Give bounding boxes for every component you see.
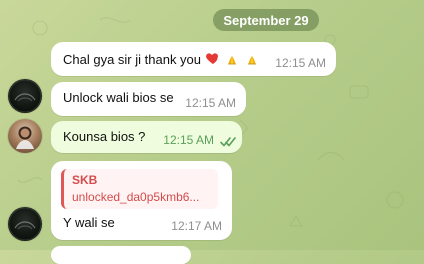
folded-hands-icon	[244, 50, 260, 66]
message-time: 12:17 AM	[171, 219, 222, 233]
message-text: Kounsa bios ?	[63, 129, 146, 144]
red-heart-icon	[205, 50, 221, 66]
date-separator: September 29	[213, 9, 319, 31]
message-bubble-2[interactable]: Unlock wali bios se 12:15 AM	[51, 82, 246, 116]
reply-author: SKB	[72, 173, 98, 187]
message-time: 12:15 AM	[185, 96, 236, 110]
message-bubble-3[interactable]: Kounsa bios ? 12:15 AM	[51, 121, 242, 153]
avatar[interactable]	[8, 119, 42, 153]
avatar[interactable]	[8, 79, 42, 113]
double-check-icon	[220, 137, 236, 147]
message-bubble-partial[interactable]	[51, 246, 191, 264]
reply-snippet: unlocked_da0p5kmb6...	[72, 190, 200, 204]
message-text-body: Chal gya sir ji thank you	[63, 52, 202, 67]
message-text: Chal gya sir ji thank you	[63, 50, 260, 68]
message-text: Y wali se	[63, 215, 115, 230]
message-text: Unlock wali bios se	[63, 90, 174, 105]
message-bubble-4[interactable]: SKB unlocked_da0p5kmb6... Y wali se 12:1…	[51, 161, 232, 240]
reply-preview[interactable]: SKB unlocked_da0p5kmb6...	[61, 169, 218, 209]
date-separator-label: September 29	[223, 12, 309, 28]
folded-hands-icon	[224, 50, 240, 66]
message-time: 12:15 AM	[163, 133, 214, 147]
avatar[interactable]	[8, 207, 42, 241]
message-time: 12:15 AM	[275, 56, 326, 70]
message-bubble-1[interactable]: Chal gya sir ji thank you 12:15 AM	[51, 42, 336, 76]
